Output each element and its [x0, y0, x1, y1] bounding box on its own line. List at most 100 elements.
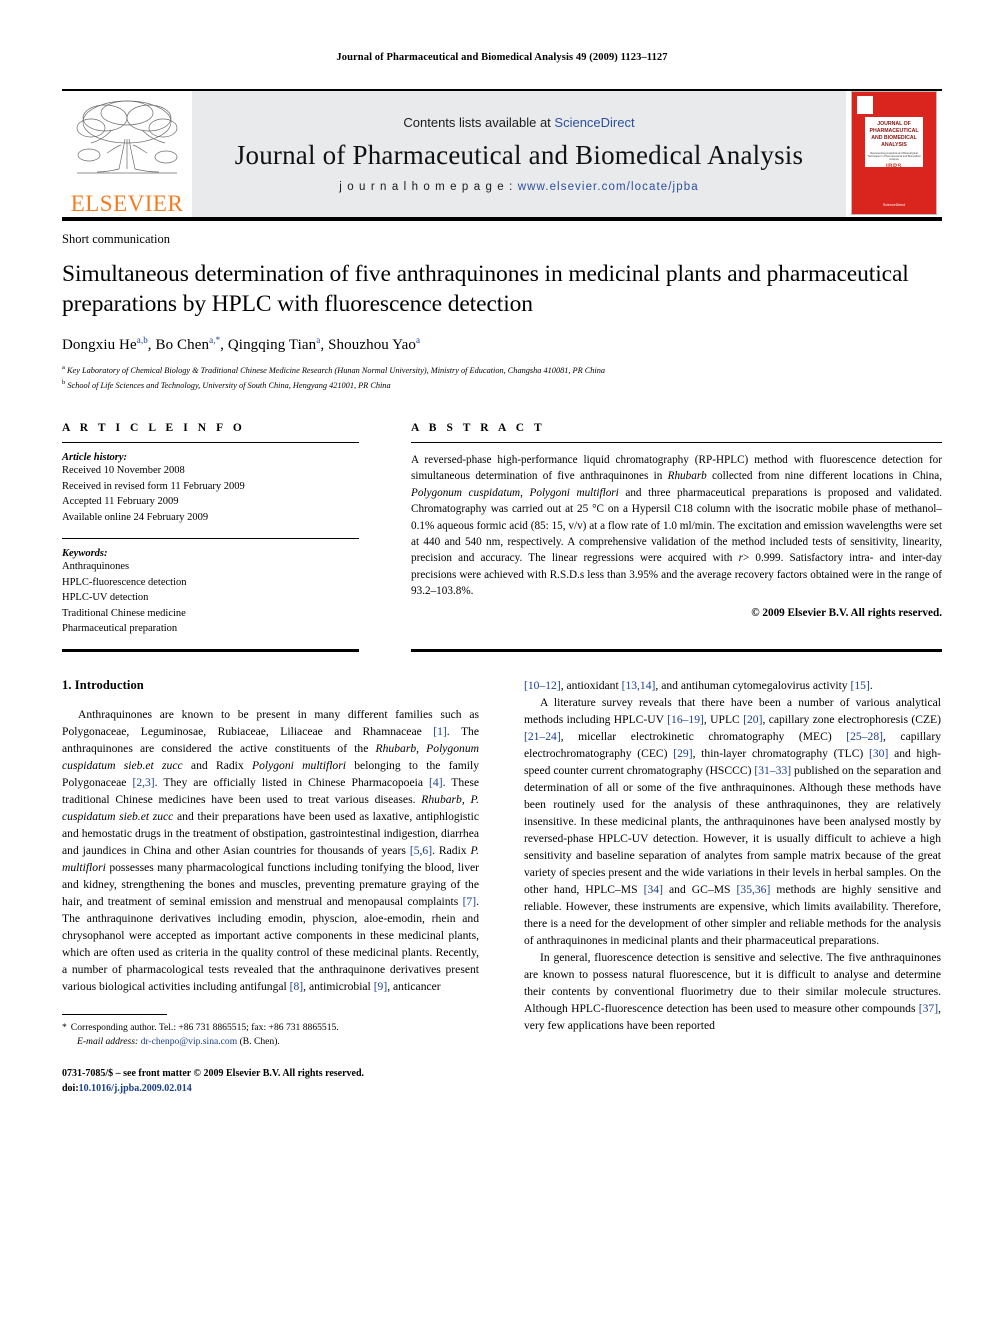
keywords-label: Keywords:	[62, 548, 108, 560]
masthead-bottom-rule	[62, 217, 942, 221]
block-separator-rules	[62, 648, 942, 652]
abstract-run: collected from nine different locations …	[706, 470, 943, 483]
citation-link[interactable]: [2,3]	[132, 776, 154, 789]
body-run: , micellar electrokinetic chromatography…	[560, 729, 847, 743]
abstract-copyright: © 2009 Elsevier B.V. All rights reserved…	[751, 607, 942, 620]
citation-link[interactable]: [20]	[743, 713, 762, 726]
elsevier-tree-icon	[71, 95, 183, 181]
citation-link[interactable]: [4]	[429, 776, 443, 789]
citation-link[interactable]: [25–28]	[846, 730, 883, 743]
body-run: and Radix	[182, 758, 252, 772]
cover-title-line4: ANALYSIS	[881, 142, 907, 149]
info-abstract-block: A R T I C L E I N F O Article history: R…	[62, 422, 942, 637]
article-history-item: Received 10 November 2008	[62, 465, 185, 477]
body-run: , anticancer	[387, 979, 441, 993]
abstract-run: ,	[520, 486, 530, 499]
right-column-paragraphs: [10–12], antioxidant [13,14], and antihu…	[524, 678, 941, 1035]
author-affiliation-mark: a,*	[209, 334, 221, 345]
citation-link[interactable]: [35,36]	[737, 883, 771, 896]
cover-title-box: JOURNAL OF PHARMACEUTICAL AND BIOMEDICAL…	[865, 117, 923, 170]
body-run: possesses many pharmacological functions…	[62, 860, 479, 908]
section-heading-introduction: 1. Introduction	[62, 677, 144, 692]
cover-logo: IBPS	[885, 164, 902, 171]
homepage-url-link[interactable]: www.elsevier.com/locate/jpba	[518, 181, 699, 193]
body-paragraph: Anthraquinones are known to be present i…	[62, 707, 479, 996]
article-info-rule	[62, 442, 359, 444]
email-address-link[interactable]: dr-chenpo@vip.sina.com	[141, 1036, 238, 1047]
citation-link[interactable]: [31–33]	[754, 764, 791, 777]
body-run: , antimicrobial	[303, 979, 374, 993]
article-history-list: Received 10 November 2008 Received in rev…	[62, 463, 359, 525]
imprint-block: 0731-7085/$ – see front matter © 2009 El…	[62, 1066, 479, 1096]
homepage-label: j o u r n a l h o m e p a g e :	[339, 181, 518, 193]
footnote-line-2: E-mail address: dr-chenpo@vip.sina.com (…	[62, 1035, 479, 1049]
affiliation-item: a Key Laboratory of Chemical Biology & T…	[62, 363, 606, 375]
keywords-rule	[62, 538, 359, 540]
citation-link[interactable]: [29]	[673, 747, 692, 760]
body-run: , thin-layer chromatography (TLC)	[692, 746, 870, 760]
journal-title: Journal of Pharmaceutical and Biomedical…	[234, 140, 804, 170]
contents-available-line: Contents lists available at ScienceDirec…	[403, 115, 634, 130]
journal-masthead: ELSEVIER Contents lists available at Sci…	[62, 91, 942, 217]
doi-link[interactable]: 10.1016/j.jpba.2009.02.014	[79, 1083, 192, 1094]
cover-title-line3: AND BIOMEDICAL	[871, 135, 917, 142]
article-history-label: Article history:	[62, 452, 128, 464]
body-emphasis: Polygoni multiflori	[251, 758, 346, 772]
abstract-text: A reversed-phase high-performance liquid…	[411, 452, 942, 599]
body-run: , antioxidant	[560, 678, 622, 692]
affiliation-mark: b	[62, 378, 66, 386]
sciencedirect-link[interactable]: ScienceDirect	[554, 115, 634, 130]
citation-link[interactable]: [9]	[374, 980, 388, 993]
cover-title-line1: JOURNAL OF	[877, 121, 911, 127]
body-run: In general, fluorescence detection is se…	[524, 950, 941, 1015]
citation-link[interactable]: [7]	[463, 895, 477, 908]
citation-link[interactable]: [1]	[433, 725, 447, 738]
body-paragraph: [10–12], antioxidant [13,14], and antihu…	[524, 678, 941, 695]
citation-link[interactable]: [5,6]	[410, 844, 432, 857]
footnote-contact-text: Corresponding author. Tel.: +86 731 8865…	[70, 1021, 339, 1033]
email-owner: (B. Chen).	[237, 1036, 280, 1048]
affiliation-item: b School of Life Sciences and Technology…	[62, 378, 391, 390]
separator-rule-right	[411, 648, 942, 652]
running-head: Journal of Pharmaceutical and Biomedical…	[336, 52, 668, 63]
article-info-column: A R T I C L E I N F O Article history: R…	[62, 422, 359, 637]
citation-link[interactable]: [30]	[869, 747, 888, 760]
citation-link[interactable]: [10–12]	[524, 679, 561, 692]
footnote-asterisk: *	[62, 1021, 67, 1033]
journal-homepage-line: j o u r n a l h o m e p a g e : www.else…	[339, 181, 698, 193]
body-run: , and antihuman cytomegalovirus activity	[655, 678, 851, 692]
author-name: Shouzhou Yao	[328, 336, 416, 353]
citation-link[interactable]: [15]	[851, 679, 870, 692]
email-address-label: E-mail address:	[77, 1036, 139, 1048]
article-history-item: Received in revised form 11 February 200…	[62, 480, 245, 492]
keywords-list: Anthraquinones HPLC-fluorescence detectio…	[62, 559, 359, 637]
page: Journal of Pharmaceutical and Biomedical…	[0, 0, 992, 1323]
keyword-item: HPLC-fluorescence detection	[62, 576, 187, 588]
abstract-column: A B S T R A C T A reversed-phase high-pe…	[411, 422, 942, 637]
citation-link[interactable]: [21–24]	[524, 730, 561, 743]
abstract-emphasis: Polygonum cuspidatum	[411, 486, 521, 499]
citation-link[interactable]: [13,14]	[622, 679, 656, 692]
body-run: published on the separation and determin…	[524, 763, 942, 896]
citation-link[interactable]: [16–19]	[667, 713, 704, 726]
keyword-item: HPLC-UV detection	[62, 592, 149, 604]
body-column-right: [10–12], antioxidant [13,14], and antihu…	[524, 678, 941, 1097]
citation-link[interactable]: [37]	[919, 1002, 938, 1015]
separator-rule-left	[62, 648, 359, 652]
author-affiliation-mark: a	[316, 334, 321, 345]
issn-copyright-line: 0731-7085/$ – see front matter © 2009 El…	[62, 1068, 365, 1080]
author-name: Dongxiu He	[62, 336, 137, 353]
citation-link[interactable]: [34]	[644, 883, 663, 896]
citation-link[interactable]: [8]	[290, 980, 304, 993]
left-column-paragraphs: Anthraquinones are known to be present i…	[62, 707, 479, 996]
elsevier-wordmark: ELSEVIER	[70, 191, 184, 216]
body-run: . The anthraquinone derivatives includin…	[62, 894, 479, 993]
keyword-item: Traditional Chinese medicine	[62, 607, 186, 619]
article-type-label: Short communication	[62, 232, 170, 246]
cover-title-line2: PHARMACEUTICAL	[869, 128, 919, 135]
abstract-emphasis: Rhubarb	[667, 470, 707, 483]
article-history-item: Available online 24 February 2009	[62, 511, 209, 523]
author-name: Qingqing Tian	[227, 336, 317, 353]
author-list: Dongxiu Hea,b, Bo Chena,*, Qingqing Tian…	[62, 334, 421, 353]
